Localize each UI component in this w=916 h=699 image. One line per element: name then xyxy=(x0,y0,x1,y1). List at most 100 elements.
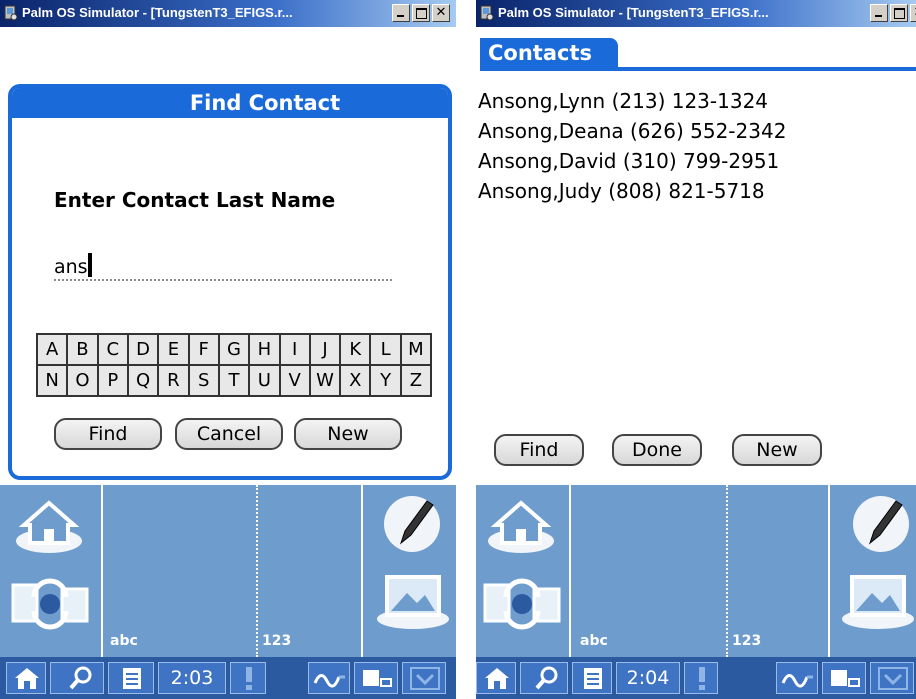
key-u[interactable]: U xyxy=(248,366,278,395)
contact-row[interactable]: Ansong,David (310) 799-2951 xyxy=(478,146,786,176)
dialog-title: Find Contact xyxy=(12,88,448,118)
key-y[interactable]: Y xyxy=(369,366,399,395)
key-d[interactable]: D xyxy=(126,335,157,364)
new-button[interactable]: New xyxy=(294,418,402,450)
display-toggle-button[interactable] xyxy=(822,662,866,694)
key-z[interactable]: Z xyxy=(399,366,430,395)
keyboard-row-2: N O P Q R S T U V W X Y Z xyxy=(38,364,430,395)
key-j[interactable]: J xyxy=(308,335,339,364)
graffiti-stroke-icon xyxy=(313,674,345,688)
graffiti-abc-label: abc xyxy=(110,633,138,649)
graffiti-divider xyxy=(256,485,258,657)
done-button[interactable]: Done xyxy=(612,434,702,466)
key-h[interactable]: H xyxy=(248,335,278,364)
clock[interactable]: 2:03 xyxy=(158,662,226,694)
key-l[interactable]: L xyxy=(369,335,399,364)
contact-row[interactable]: Ansong,Judy (808) 821-5718 xyxy=(478,176,786,206)
key-n[interactable]: N xyxy=(38,366,66,395)
key-m[interactable]: M xyxy=(399,335,430,364)
close-button[interactable]: ✕ xyxy=(910,4,916,22)
sync-icon[interactable] xyxy=(10,577,90,632)
close-icon: ✕ xyxy=(435,5,447,20)
key-g[interactable]: G xyxy=(217,335,248,364)
menu-button[interactable] xyxy=(108,662,154,694)
last-name-input[interactable]: ans xyxy=(54,253,392,281)
home-icon[interactable] xyxy=(486,495,556,557)
key-i[interactable]: I xyxy=(278,335,309,364)
left-simulator-window: Palm OS Simulator - [TungstenT3_EFIGS.r.… xyxy=(0,0,456,699)
letter-keyboard: A B C D E F G H I J K L M N O P Q R S T … xyxy=(36,333,432,397)
pen-icon[interactable] xyxy=(848,491,914,557)
key-o[interactable]: O xyxy=(66,366,96,395)
maximize-icon xyxy=(891,5,907,21)
close-button[interactable]: ✕ xyxy=(432,4,450,22)
home-icon[interactable] xyxy=(14,495,84,557)
maximize-icon xyxy=(413,5,429,21)
title-underline xyxy=(480,67,916,71)
maximize-button[interactable] xyxy=(412,4,430,22)
minimize-icon xyxy=(393,5,409,21)
minimize-button[interactable] xyxy=(870,4,888,22)
home-button[interactable] xyxy=(476,662,516,694)
contact-row[interactable]: Ansong,Lynn (213) 123-1324 xyxy=(478,86,786,116)
find-icon xyxy=(69,666,92,690)
contact-list: Ansong,Lynn (213) 123-1324 Ansong,Deana … xyxy=(478,86,786,206)
graffiti-right-icons xyxy=(361,485,456,657)
menu-button[interactable] xyxy=(572,662,612,694)
find-button[interactable]: Find xyxy=(54,418,162,450)
key-c[interactable]: C xyxy=(96,335,127,364)
title-bar[interactable]: Palm OS Simulator - [TungstenT3_EFIGS.r.… xyxy=(0,0,456,27)
key-w[interactable]: W xyxy=(308,366,339,395)
key-p[interactable]: P xyxy=(96,366,127,395)
key-x[interactable]: X xyxy=(339,366,369,395)
keyboard-row-1: A B C D E F G H I J K L M xyxy=(38,335,430,364)
home-button[interactable] xyxy=(6,662,46,694)
key-s[interactable]: S xyxy=(187,366,218,395)
find-button[interactable] xyxy=(520,662,568,694)
key-v[interactable]: V xyxy=(278,366,309,395)
pen-icon[interactable] xyxy=(379,491,445,557)
maximize-button[interactable] xyxy=(890,4,908,22)
collapse-icon xyxy=(878,667,908,690)
graffiti-123-label: 123 xyxy=(262,633,292,649)
key-f[interactable]: F xyxy=(187,335,218,364)
key-r[interactable]: R xyxy=(157,366,187,395)
input-area-button[interactable] xyxy=(402,662,446,694)
sync-icon[interactable] xyxy=(482,577,562,632)
picture-icon[interactable] xyxy=(373,571,453,631)
find-button[interactable]: Find xyxy=(494,434,584,466)
key-a[interactable]: A xyxy=(38,335,66,364)
contact-row[interactable]: Ansong,Deana (626) 552-2342 xyxy=(478,116,786,146)
title-bar[interactable]: Palm OS Simulator - [TungstenT3_EFIGS.r.… xyxy=(476,0,916,27)
cancel-button[interactable]: Cancel xyxy=(175,418,283,450)
graffiti-toggle-button[interactable] xyxy=(776,662,818,694)
key-e[interactable]: E xyxy=(157,335,187,364)
graffiti-toggle-button[interactable] xyxy=(308,662,350,694)
graffiti-left-icons xyxy=(476,485,571,657)
key-k[interactable]: K xyxy=(339,335,369,364)
key-q[interactable]: Q xyxy=(126,366,157,395)
palm-app-icon xyxy=(4,5,18,21)
display-toggle-button[interactable] xyxy=(354,662,398,694)
last-name-label: Enter Contact Last Name xyxy=(54,188,336,212)
palm-app-icon xyxy=(480,5,494,21)
new-button[interactable]: New xyxy=(732,434,822,466)
alert-indicator[interactable] xyxy=(684,662,718,694)
find-button[interactable] xyxy=(50,662,104,694)
graffiti-left-icons xyxy=(0,485,103,657)
display-icon xyxy=(363,670,392,687)
input-value: ans xyxy=(54,256,88,278)
contacts-title-tab[interactable]: Contacts xyxy=(480,38,618,69)
menu-icon xyxy=(584,668,602,689)
clock[interactable]: 2:04 xyxy=(616,662,680,694)
key-t[interactable]: T xyxy=(217,366,248,395)
minimize-button[interactable] xyxy=(392,4,410,22)
input-area-button[interactable] xyxy=(870,662,914,694)
alert-indicator[interactable] xyxy=(230,662,266,694)
window-title: Palm OS Simulator - [TungstenT3_EFIGS.r.… xyxy=(498,5,769,20)
home-icon xyxy=(15,668,39,689)
minimize-icon xyxy=(871,5,887,21)
key-b[interactable]: B xyxy=(66,335,96,364)
graffiti-divider xyxy=(726,485,728,657)
picture-icon[interactable] xyxy=(838,571,916,631)
